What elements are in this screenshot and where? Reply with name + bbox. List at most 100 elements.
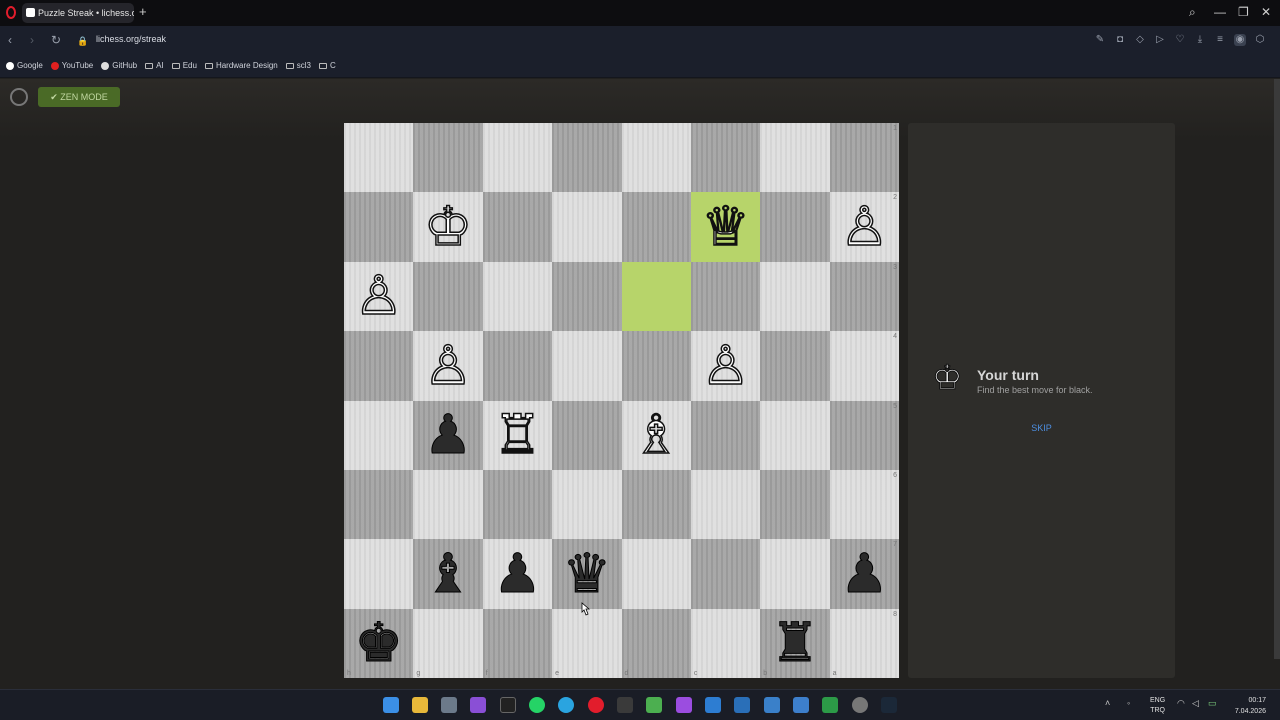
minimize-button[interactable]: — [1214,5,1226,19]
square-d8[interactable]: d [621,608,691,678]
lock-icon[interactable]: 🔒 [77,34,88,48]
square-b8[interactable]: ♜ b [760,608,830,678]
square-f3[interactable] [482,261,553,332]
square-g1[interactable] [413,123,483,193]
maximize-button[interactable]: ❐ [1238,5,1249,19]
search-tabs-icon[interactable]: ⌕ [1189,5,1196,19]
square-a5[interactable]: 5 [829,400,899,470]
file-explorer-icon[interactable] [412,697,428,713]
whatsapp-icon[interactable] [529,697,545,713]
square-h3[interactable]: ♙ [344,261,414,332]
app-icon[interactable] [822,697,838,713]
square-b4[interactable] [760,331,830,401]
bookmark-folder-scl3[interactable]: scl3 [285,61,311,70]
square-g7[interactable]: ♝ [413,539,483,609]
url-field[interactable]: lichess.org/streak [96,34,166,44]
square-f1[interactable] [482,123,553,193]
skip-button[interactable]: SKIP [908,423,1175,433]
tab-puzzle-streak[interactable]: Puzzle Streak • lichess.org [22,3,134,23]
back-icon[interactable]: ‹ [8,33,12,47]
square-h5[interactable] [344,400,414,470]
chess-piece[interactable]: ♙ [423,338,473,394]
square-c3[interactable] [690,261,761,332]
chess-piece[interactable]: ♝ [423,546,472,601]
start-menu-icon[interactable] [383,697,399,713]
chess-piece[interactable]: ♙ [839,199,889,255]
square-d6[interactable] [621,469,691,540]
square-c2[interactable]: ♕ [690,192,761,262]
square-g5[interactable]: ♟ [413,400,483,470]
square-a7[interactable]: ♟ 7 [829,539,899,609]
square-c7[interactable] [690,539,761,609]
microphone-icon[interactable]: ◦ [1127,698,1130,708]
square-h7[interactable] [344,539,414,609]
heart-icon[interactable]: ♡ [1174,34,1186,46]
square-e2[interactable] [552,192,622,262]
system-clock[interactable]: 00:17 7.04.2026 [1235,695,1266,717]
square-a3[interactable]: 3 [829,261,899,332]
square-g6[interactable] [413,469,483,540]
reload-icon[interactable]: ↻ [51,33,61,47]
opera-taskbar-icon[interactable] [588,697,604,713]
bookmark-google[interactable]: Google [6,61,43,70]
shield-icon[interactable]: ◇ [1134,34,1146,46]
chess-piece[interactable]: ♟ [423,407,472,462]
lichess-logo-icon[interactable] [10,88,28,106]
square-g2[interactable]: ♔ [413,192,483,262]
new-tab-button[interactable]: + [139,5,147,19]
vscode-icon[interactable] [705,697,721,713]
square-f5[interactable]: ♖ [482,400,553,470]
square-b1[interactable] [760,123,830,193]
visual-studio-icon[interactable] [676,697,692,713]
page-scrollbar[interactable] [1274,79,1280,659]
app-icon[interactable] [617,697,633,713]
chess-piece[interactable]: ♗ [631,407,681,463]
square-e7[interactable]: ♛ [552,539,622,609]
square-b3[interactable] [760,261,830,332]
extensions-icon[interactable]: ⬡ [1254,34,1266,46]
square-f6[interactable] [482,469,553,540]
square-h1[interactable] [344,123,414,193]
chess-piece[interactable]: ♟ [493,546,542,601]
menu-icon[interactable]: ≡ [1214,34,1226,46]
profile-icon[interactable]: ◉ [1234,34,1246,46]
square-a4[interactable]: 4 [829,331,899,401]
square-e4[interactable] [552,331,622,401]
square-f4[interactable] [482,331,553,401]
settings-icon[interactable] [852,697,868,713]
square-a6[interactable]: 6 [829,469,899,540]
close-button[interactable]: ✕ [1261,5,1271,19]
chess-board[interactable]: 1 ♔ ♕ ♙ 2 ♙ 3 ♙ ♙ 4 ♟ ♖ ♗ 5 6 ♝ ♟ ♛ ♟ 7 ♚ h g f e d c ♜ b 8 a [344,123,899,678]
battery-icon[interactable]: ▭ [1208,698,1217,709]
app-icon[interactable] [764,697,780,713]
telegram-icon[interactable] [558,697,574,713]
square-g4[interactable]: ♙ [413,331,483,401]
square-h8[interactable]: ♚ h [344,608,414,678]
square-d5[interactable]: ♗ [621,400,691,470]
app-icon[interactable] [500,697,516,713]
square-b5[interactable] [760,400,830,470]
square-d4[interactable] [621,331,691,401]
edit-icon[interactable]: ✎ [1094,34,1106,46]
volume-icon[interactable]: ◁ [1192,698,1199,709]
zen-mode-button[interactable]: ✔ ZEN MODE [38,87,120,107]
steam-icon[interactable] [881,697,897,713]
bookmark-youtube[interactable]: YouTube [50,61,93,70]
square-b7[interactable] [760,539,830,609]
chess-piece[interactable]: ♜ [770,615,819,670]
bookmark-folder-edu[interactable]: Edu [171,61,197,70]
chess-piece[interactable]: ♙ [354,268,404,324]
opera-logo-icon[interactable] [6,6,16,19]
language-indicator[interactable]: ENG TRQ [1150,696,1165,716]
forward-icon[interactable]: › [30,33,34,47]
store-icon[interactable] [441,697,457,713]
chess-piece[interactable]: ♟ [840,546,889,601]
square-f8[interactable]: f [482,608,553,678]
bookmark-github[interactable]: GitHub [101,61,137,70]
bookmark-folder-c[interactable]: C [318,61,336,70]
square-e1[interactable] [552,123,622,193]
download-icon[interactable]: ⤓ [1194,34,1206,46]
app-icon[interactable] [793,697,809,713]
play-icon[interactable]: ▷ [1154,34,1166,46]
square-g8[interactable]: g [413,608,483,678]
